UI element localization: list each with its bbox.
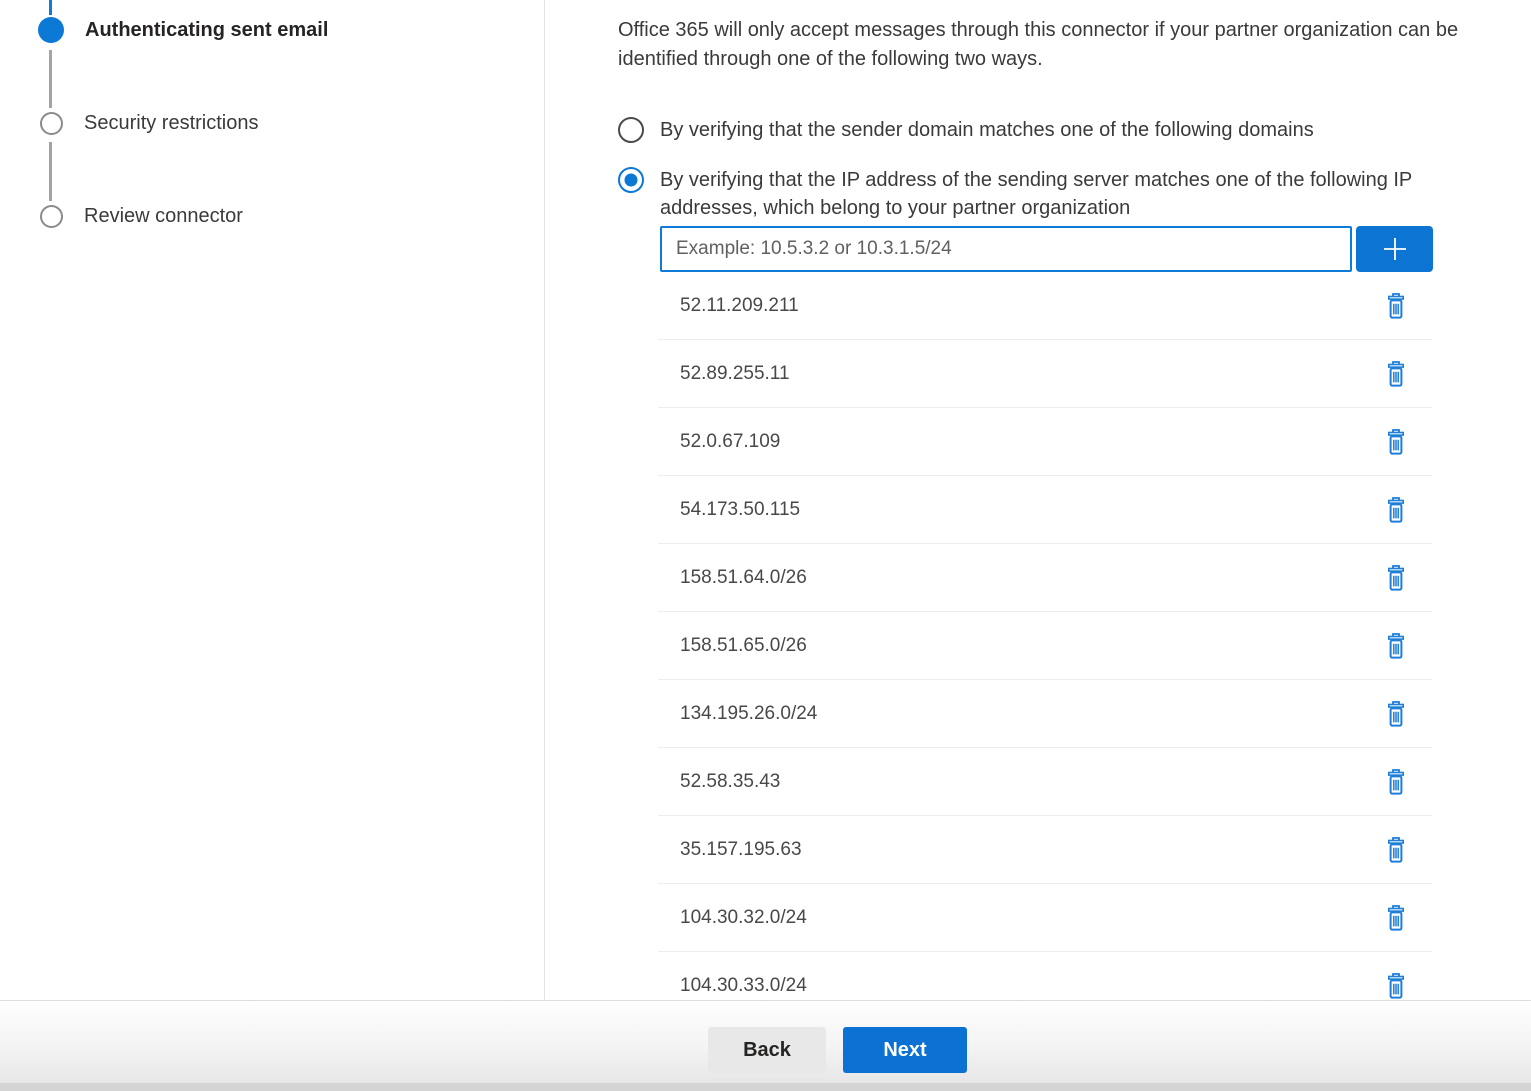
step-label: Security restrictions <box>84 112 259 135</box>
step-rail-completed-segment <box>49 0 52 15</box>
trash-icon <box>1384 700 1408 728</box>
wizard-content: Authenticating sent email Security restr… <box>0 0 1531 1000</box>
delete-ip-button[interactable] <box>1382 766 1410 798</box>
upcoming-step-bullet-icon <box>40 112 63 135</box>
ip-address-row: 134.195.26.0/24 <box>658 680 1432 748</box>
ip-address-value: 158.51.65.0/26 <box>680 635 807 657</box>
step-rail-segment-2 <box>49 142 52 201</box>
wizard-steps-sidebar: Authenticating sent email Security restr… <box>0 0 545 1000</box>
trash-icon <box>1384 904 1408 932</box>
wizard-step-authenticating-sent-email: Authenticating sent email <box>0 17 328 43</box>
step-label: Review connector <box>84 205 243 228</box>
ip-address-row: 158.51.65.0/26 <box>658 612 1432 680</box>
ip-address-row: 35.157.195.63 <box>658 816 1432 884</box>
delete-ip-button[interactable] <box>1382 290 1410 322</box>
ip-address-value: 52.58.35.43 <box>680 771 780 793</box>
trash-icon <box>1384 496 1408 524</box>
trash-icon <box>1384 564 1408 592</box>
delete-ip-button[interactable] <box>1382 698 1410 730</box>
upcoming-step-bullet-icon <box>40 205 63 228</box>
ip-address-row: 54.173.50.115 <box>658 476 1432 544</box>
next-button[interactable]: Next <box>843 1027 967 1073</box>
radio-option-sender-domain[interactable]: By verifying that the sender domain matc… <box>618 116 1531 144</box>
ip-address-value: 104.30.33.0/24 <box>680 975 807 997</box>
ip-address-row: 52.0.67.109 <box>658 408 1432 476</box>
delete-ip-button[interactable] <box>1382 562 1410 594</box>
delete-ip-button[interactable] <box>1382 494 1410 526</box>
ip-address-row: 52.11.209.211 <box>658 272 1432 340</box>
ip-address-value: 52.0.67.109 <box>680 431 780 453</box>
radio-unselected-icon[interactable] <box>618 117 644 143</box>
trash-icon <box>1384 632 1408 660</box>
step-description: Office 365 will only accept messages thr… <box>618 16 1531 74</box>
delete-ip-button[interactable] <box>1382 970 1410 1001</box>
ip-address-value: 52.89.255.11 <box>680 363 790 385</box>
ip-address-value: 104.30.32.0/24 <box>680 907 807 929</box>
step-label: Authenticating sent email <box>85 19 328 42</box>
active-step-bullet-icon <box>38 17 64 43</box>
radio-option-ip-address[interactable]: By verifying that the IP address of the … <box>618 166 1531 222</box>
ip-address-value: 158.51.64.0/26 <box>680 567 807 589</box>
ip-address-input[interactable] <box>660 226 1352 272</box>
trash-icon <box>1384 768 1408 796</box>
add-ip-button[interactable] <box>1356 226 1433 272</box>
ip-entry-row <box>660 226 1531 272</box>
ip-address-value: 134.195.26.0/24 <box>680 703 817 725</box>
plus-icon <box>1379 233 1411 265</box>
trash-icon <box>1384 428 1408 456</box>
trash-icon <box>1384 972 1408 1000</box>
trash-icon <box>1384 836 1408 864</box>
step-rail-segment-1 <box>49 50 52 108</box>
ip-address-row: 52.89.255.11 <box>658 340 1432 408</box>
ip-address-value: 35.157.195.63 <box>680 839 802 861</box>
ip-address-row: 158.51.64.0/26 <box>658 544 1432 612</box>
ip-address-row: 52.58.35.43 <box>658 748 1432 816</box>
back-button[interactable]: Back <box>708 1027 826 1073</box>
wizard-step-body: Office 365 will only accept messages thr… <box>545 0 1531 1000</box>
radio-option-label[interactable]: By verifying that the sender domain matc… <box>660 116 1314 144</box>
connector-wizard-page: Authenticating sent email Security restr… <box>0 0 1531 1091</box>
delete-ip-button[interactable] <box>1382 902 1410 934</box>
radio-selected-icon[interactable] <box>618 167 644 193</box>
wizard-step-review-connector: Review connector <box>0 205 243 228</box>
trash-icon <box>1384 360 1408 388</box>
ip-address-list: 52.11.209.211 52.89.255.11 <box>658 272 1432 1000</box>
ip-address-row: 104.30.33.0/24 <box>658 952 1432 1000</box>
ip-address-value: 54.173.50.115 <box>680 499 800 521</box>
delete-ip-button[interactable] <box>1382 426 1410 458</box>
radio-option-label[interactable]: By verifying that the IP address of the … <box>660 166 1480 222</box>
ip-address-row: 104.30.32.0/24 <box>658 884 1432 952</box>
delete-ip-button[interactable] <box>1382 834 1410 866</box>
wizard-step-security-restrictions: Security restrictions <box>0 112 259 135</box>
bottom-edge-strip <box>0 1083 1531 1091</box>
delete-ip-button[interactable] <box>1382 630 1410 662</box>
trash-icon <box>1384 292 1408 320</box>
delete-ip-button[interactable] <box>1382 358 1410 390</box>
wizard-footer: Back Next <box>0 1000 1531 1083</box>
ip-address-value: 52.11.209.211 <box>680 295 799 317</box>
